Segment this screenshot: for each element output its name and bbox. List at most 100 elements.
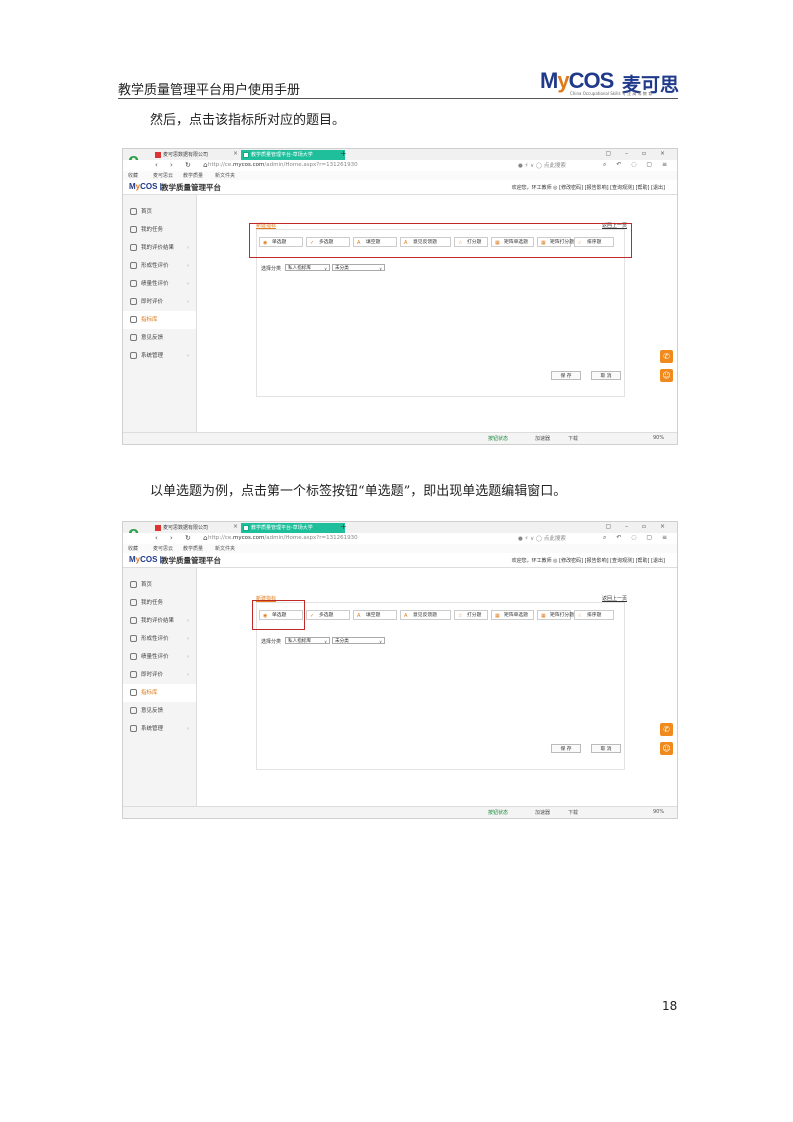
chart-icon xyxy=(130,689,137,696)
phone-icon[interactable]: ✆ xyxy=(660,723,673,736)
tab-mycos-company[interactable]: 麦可思数据有限公司 xyxy=(153,150,241,160)
question-type-button[interactable]: A 填空题 xyxy=(353,610,397,620)
sidebar-item[interactable]: 指标库 xyxy=(123,311,196,329)
question-type-button[interactable]: ☆ 打分题 xyxy=(454,610,488,620)
nav-buttons[interactable]: ‹ › ↻ ⌂ xyxy=(155,161,213,169)
question-type-label: 打分题 xyxy=(467,613,482,618)
sidebar: 首页 我的任务 我的评价结果 › 形成性评价 › 绩量性评价 › 即时评价 › 指标库 意见反馈 系统管… xyxy=(123,568,197,807)
sidebar-item-label: 系统管理 xyxy=(141,726,164,732)
cancel-button[interactable]: 取 消 xyxy=(591,371,621,380)
doc-icon xyxy=(130,671,137,678)
sidebar-item-label: 意见反馈 xyxy=(141,335,164,341)
sidebar-item[interactable]: 系统管理 › xyxy=(123,720,196,738)
nav-buttons[interactable]: ‹ › ↻ ⌂ xyxy=(155,534,213,542)
sidebar-item[interactable]: 我的任务 xyxy=(123,594,196,612)
chevron-right-icon: › xyxy=(187,618,190,624)
form-icon xyxy=(130,262,137,269)
fav-item[interactable]: 收藏 xyxy=(128,545,138,552)
sidebar-item[interactable]: 我的评价结果 › xyxy=(123,612,196,630)
new-tab-icon[interactable]: + xyxy=(340,522,347,531)
library-select[interactable]: 私人指标库 ∨ xyxy=(285,637,330,644)
toolbar-icons[interactable]: ⌕ ↶ ◌ ▢ ≡ xyxy=(603,534,671,542)
question-type-icon: ▦ xyxy=(541,613,546,619)
sidebar-item-label: 首页 xyxy=(141,582,153,588)
fav-item[interactable]: 麦可思云 xyxy=(153,545,173,552)
url-bar[interactable]: http://ce.mycos.com/admin/Home.aspx?r=13… xyxy=(208,161,368,169)
filter-label: 选择分类 xyxy=(261,266,282,272)
user-links[interactable]: 欢迎您，环工教师 ◎ [修改密码] [报告影响] [查询观测] [帮助] [退出… xyxy=(512,184,665,191)
question-type-label: 多选题 xyxy=(319,613,334,618)
library-select[interactable]: 私人指标库 ∨ xyxy=(285,264,330,271)
tab-mycos-company[interactable]: 麦可思数据有限公司 xyxy=(153,523,241,533)
app-logo: MyCOS | xyxy=(129,555,162,564)
cancel-button[interactable]: 取 消 xyxy=(591,744,621,753)
home-icon xyxy=(130,208,137,215)
user-links[interactable]: 欢迎您，环工教师 ◎ [修改密码] [报告影响] [查询观测] [帮助] [退出… xyxy=(512,557,665,564)
new-tab-icon[interactable]: + xyxy=(340,149,347,158)
sidebar-item[interactable]: 首页 xyxy=(123,203,196,221)
chevron-right-icon: › xyxy=(187,672,190,678)
paragraph-2: 以单选题为例，点击第一个标签按钮“单选题”，即出现单选题编辑窗口。 xyxy=(150,484,567,499)
question-type-button[interactable]: ☝ 排序题 xyxy=(574,610,614,620)
chevron-right-icon: › xyxy=(187,281,190,287)
question-type-button[interactable]: ▦ 矩阵打分题 xyxy=(537,610,574,620)
sidebar-item[interactable]: 形成性评价 › xyxy=(123,630,196,648)
chat-icon[interactable]: ☺ xyxy=(660,742,673,755)
url-bar[interactable]: http://ce.mycos.com/admin/Home.aspx?r=13… xyxy=(208,534,368,542)
question-type-label: 意见反馈题 xyxy=(413,613,437,618)
paragraph-1: 然后，点击该指标所对应的题目。 xyxy=(150,113,346,128)
chevron-right-icon: › xyxy=(187,299,190,305)
tab-platform[interactable]: 教学质量管理平台-草场大学 xyxy=(241,150,345,160)
question-type-button[interactable]: A 意见反馈题 xyxy=(400,610,451,620)
fav-item[interactable]: 教学质量 xyxy=(183,172,203,179)
tab-platform[interactable]: 教学质量管理平台-草场大学 xyxy=(241,523,345,533)
window-controls[interactable]: ▢ – ▫ × xyxy=(606,523,671,530)
sidebar-item[interactable]: 我的评价结果 › xyxy=(123,239,196,257)
sidebar-item-label: 系统管理 xyxy=(141,353,164,359)
status-bar: 按钮状态 加速器 下载 90% xyxy=(123,806,677,818)
question-type-button[interactable]: ✓ 多选题 xyxy=(306,610,350,620)
sidebar-item[interactable]: 绩量性评价 › xyxy=(123,275,196,293)
search-box[interactable]: ● ⚡ ∨ ◯ 点此搜索 xyxy=(518,161,566,169)
category-select[interactable]: 未分类 ∨ xyxy=(332,264,385,271)
fav-item[interactable]: 新文件夹 xyxy=(215,172,235,179)
sidebar-item[interactable]: 我的任务 xyxy=(123,221,196,239)
window-controls[interactable]: ▢ – ▫ × xyxy=(606,150,671,157)
fav-item[interactable]: 收藏 xyxy=(128,172,138,179)
question-type-button[interactable]: ▦ 矩阵单选题 xyxy=(491,610,534,620)
sidebar-item[interactable]: 首页 xyxy=(123,576,196,594)
save-button[interactable]: 保 存 xyxy=(551,371,581,380)
clock-icon xyxy=(130,653,137,660)
category-select[interactable]: 未分类 ∨ xyxy=(332,637,385,644)
close-tab-icon[interactable]: × xyxy=(233,523,238,530)
toolbar-icons[interactable]: ⌕ ↶ ◌ ▢ ≡ xyxy=(603,161,671,169)
app-name: 教学质量管理平台 xyxy=(161,183,221,192)
app-logo: MyCOS | xyxy=(129,182,162,191)
sidebar-item[interactable]: 意见反馈 xyxy=(123,329,196,347)
sidebar-item-label: 我的评价结果 xyxy=(141,618,175,624)
chevron-right-icon: › xyxy=(187,263,190,269)
sidebar-item[interactable]: 系统管理 › xyxy=(123,347,196,365)
chart-icon xyxy=(130,316,137,323)
save-button[interactable]: 保 存 xyxy=(551,744,581,753)
search-box[interactable]: ● ⚡ ∨ ◯ 点此搜索 xyxy=(518,534,566,542)
chat-icon[interactable]: ☺ xyxy=(660,369,673,382)
sidebar-item-label: 形成性评价 xyxy=(141,263,169,269)
fav-item[interactable]: 新文件夹 xyxy=(215,545,235,552)
sidebar-item-label: 绩量性评价 xyxy=(141,654,169,660)
back-link[interactable]: 返回上一页 xyxy=(602,595,627,602)
question-type-label: 矩阵单选题 xyxy=(504,613,528,618)
sidebar-item[interactable]: 形成性评价 › xyxy=(123,257,196,275)
sidebar-item[interactable]: 绩量性评价 › xyxy=(123,648,196,666)
highlight-single-choice xyxy=(252,600,305,630)
phone-icon[interactable]: ✆ xyxy=(660,350,673,363)
fav-item[interactable]: 教学质量 xyxy=(183,545,203,552)
sidebar-item[interactable]: 指标库 xyxy=(123,684,196,702)
sidebar-item[interactable]: 即时评价 › xyxy=(123,666,196,684)
question-type-label: 填空题 xyxy=(366,613,381,618)
sidebar-item[interactable]: 即时评价 › xyxy=(123,293,196,311)
fav-item[interactable]: 麦可思云 xyxy=(153,172,173,179)
close-tab-icon[interactable]: × xyxy=(233,150,238,157)
mycos-logo: MyCOS 麦可思 China Occupational Skills 专 注 … xyxy=(540,68,680,96)
sidebar-item[interactable]: 意见反馈 xyxy=(123,702,196,720)
